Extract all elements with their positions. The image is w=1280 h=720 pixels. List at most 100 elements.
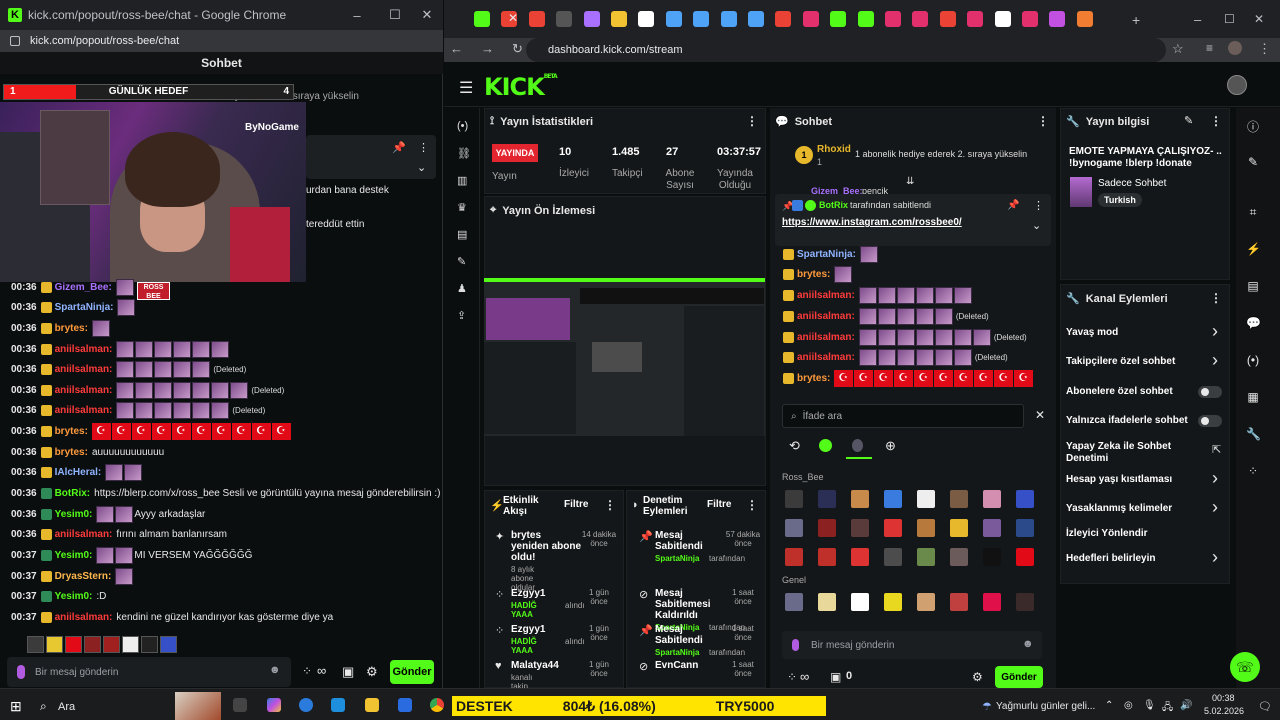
points-infinity-icon[interactable]: ⁘ bbox=[302, 664, 312, 678]
emote-option[interactable] bbox=[884, 490, 902, 508]
emote-option[interactable] bbox=[917, 490, 935, 508]
emote-option[interactable] bbox=[785, 490, 803, 508]
id-card-icon[interactable]: ▤ bbox=[457, 228, 469, 241]
channel-action-label[interactable]: Hedefleri belirleyin bbox=[1066, 553, 1206, 565]
emote-button[interactable] bbox=[27, 636, 44, 653]
emote-option[interactable] bbox=[983, 519, 1001, 537]
dashboard-chat-input[interactable]: Bir mesaj gönderin ☻ bbox=[782, 631, 1042, 659]
browser-tab-favicon[interactable] bbox=[1076, 11, 1093, 27]
mic-tray-icon[interactable]: 🎙 bbox=[1143, 700, 1156, 711]
notification-icon[interactable]: 🗨 bbox=[1258, 700, 1272, 713]
users-icon[interactable]: ♟ bbox=[457, 282, 469, 295]
chevron-right-icon[interactable]: › bbox=[1212, 497, 1218, 518]
emote-option[interactable] bbox=[983, 593, 1001, 611]
emote-option[interactable] bbox=[1016, 548, 1034, 566]
browser-tab-favicon[interactable] bbox=[830, 11, 847, 27]
clock-time[interactable]: 00:38 bbox=[1212, 693, 1235, 703]
emote-option[interactable] bbox=[884, 519, 902, 537]
recent-emotes-row[interactable] bbox=[27, 636, 177, 654]
channel-emotes-tab-icon[interactable] bbox=[852, 439, 863, 452]
reload-icon[interactable]: ↻ bbox=[512, 41, 523, 57]
browser-tab-favicon[interactable] bbox=[1022, 11, 1038, 27]
emote-option[interactable] bbox=[818, 548, 836, 566]
chat-username[interactable]: brytes: bbox=[55, 447, 88, 458]
chat-username[interactable]: brytes: bbox=[55, 323, 88, 334]
chat-username[interactable]: aniilsalman: bbox=[55, 612, 113, 623]
kick-logo[interactable]: KICKBETA bbox=[484, 73, 558, 101]
pinned-link[interactable]: https://www.instagram.com/rossbee0/ bbox=[782, 217, 962, 228]
tools-icon[interactable]: 🔧 bbox=[1246, 427, 1261, 441]
task-view-icon[interactable] bbox=[233, 698, 247, 712]
chevron-right-icon[interactable]: › bbox=[1212, 468, 1218, 489]
clock-date[interactable]: 5.02.2026 bbox=[1204, 706, 1244, 716]
stream-info-more-icon[interactable]: ⋮ bbox=[1210, 114, 1222, 128]
send-button[interactable]: Gönder bbox=[995, 666, 1043, 688]
chrome-icon[interactable] bbox=[430, 698, 444, 712]
chat-username[interactable]: IAlcHeral: bbox=[55, 467, 102, 478]
emote-option[interactable] bbox=[785, 519, 803, 537]
edge-icon[interactable] bbox=[299, 698, 313, 712]
emote-button[interactable] bbox=[103, 636, 120, 653]
channel-action-label[interactable]: Yapay Zeka ile Sohbet Denetimi bbox=[1066, 441, 1206, 465]
live-stream-icon[interactable]: (•) bbox=[457, 120, 469, 132]
external-link-icon[interactable]: ⇱ bbox=[1212, 443, 1221, 456]
chat-username[interactable]: aniilsalman: bbox=[55, 344, 113, 355]
browser-tab-favicon[interactable] bbox=[1049, 11, 1066, 27]
emote-option[interactable] bbox=[917, 593, 935, 611]
close-button[interactable]: ✕ bbox=[410, 0, 444, 30]
user-avatar[interactable] bbox=[1227, 75, 1247, 95]
taskbar-search-label[interactable]: Ara bbox=[58, 701, 75, 713]
chevron-down-icon[interactable]: ⌄ bbox=[1032, 219, 1041, 232]
emote-search-input[interactable]: ⌕ İfade ara bbox=[782, 404, 1024, 428]
pinned-more-icon[interactable]: ⋮ bbox=[1033, 199, 1044, 212]
maximize-button[interactable]: ☐ bbox=[1224, 12, 1235, 26]
channel-action-label[interactable]: Yalnızca ifadelerle sohbet bbox=[1066, 415, 1206, 427]
browser-tab-favicon[interactable] bbox=[857, 11, 874, 27]
chat-more-icon[interactable]: ⋮ bbox=[1037, 114, 1049, 128]
chat-username[interactable]: DryasStern: bbox=[55, 571, 112, 582]
profile-avatar[interactable] bbox=[1228, 41, 1242, 55]
minimize-button[interactable]: – bbox=[1194, 12, 1201, 27]
browser-tab-favicon[interactable] bbox=[748, 11, 764, 27]
weather-text[interactable]: Yağmurlu günler geli... bbox=[996, 701, 1095, 712]
new-tab-button[interactable]: + bbox=[1132, 12, 1140, 28]
trophy-icon[interactable]: ♛ bbox=[457, 201, 469, 214]
browser-tab-favicon[interactable] bbox=[611, 11, 627, 27]
channel-action-label[interactable]: Abonelere özel sohbet bbox=[1066, 386, 1206, 398]
channel-action-label[interactable]: Hesap yaşı kısıtlaması bbox=[1066, 474, 1206, 486]
media-control-icon[interactable]: ≡ bbox=[1206, 41, 1213, 55]
emote-button[interactable] bbox=[160, 636, 177, 653]
maximize-button[interactable]: ☐ bbox=[378, 0, 412, 30]
chat-username[interactable]: Gizem_Bee: bbox=[55, 282, 112, 293]
channel-action-label[interactable]: Yavaş mod bbox=[1066, 327, 1206, 339]
emote-option[interactable] bbox=[818, 519, 836, 537]
channel-action-label[interactable]: Yasaklanmış kelimeler bbox=[1066, 503, 1206, 515]
browser-tab-favicon[interactable] bbox=[693, 11, 710, 27]
share-icon[interactable]: ⁘ bbox=[1246, 464, 1260, 478]
stream-preview-image[interactable] bbox=[484, 278, 765, 436]
emote-option[interactable] bbox=[983, 548, 1001, 566]
browser-tab-favicon[interactable] bbox=[556, 11, 573, 27]
minimize-button[interactable]: – bbox=[340, 0, 374, 30]
browser-tab-favicon[interactable] bbox=[912, 11, 929, 27]
chat-username[interactable]: BotRix: bbox=[55, 488, 91, 499]
document-icon[interactable]: ▤ bbox=[1246, 279, 1260, 293]
activity-filter-button[interactable]: Filtre bbox=[564, 499, 588, 510]
gift-icon[interactable]: ▣ bbox=[342, 664, 354, 680]
chat-username[interactable]: aniilsalman: bbox=[55, 385, 113, 396]
browser-tab-favicon[interactable] bbox=[775, 11, 792, 27]
kick-emotes-tab-icon[interactable] bbox=[819, 439, 832, 452]
settings-gear-icon[interactable]: ⚙ bbox=[366, 664, 378, 680]
emote-option[interactable] bbox=[851, 490, 869, 508]
activity-user[interactable]: HADİĞ YAAA bbox=[511, 637, 537, 655]
recent-emotes-tab-icon[interactable]: ⟲ bbox=[789, 438, 800, 454]
chat-username[interactable]: brytes: bbox=[797, 373, 830, 384]
chat-username[interactable]: aniilsalman: bbox=[55, 529, 113, 540]
upload-icon[interactable]: ⇪ bbox=[457, 309, 469, 322]
emote-button[interactable] bbox=[65, 636, 82, 653]
emote-option[interactable] bbox=[950, 519, 968, 537]
lightning-icon[interactable]: ⚡ bbox=[1246, 242, 1261, 256]
unpin-icon[interactable]: 📌 bbox=[1007, 200, 1019, 211]
emote-option[interactable] bbox=[785, 548, 803, 566]
browser-tab-favicon[interactable] bbox=[885, 11, 901, 27]
